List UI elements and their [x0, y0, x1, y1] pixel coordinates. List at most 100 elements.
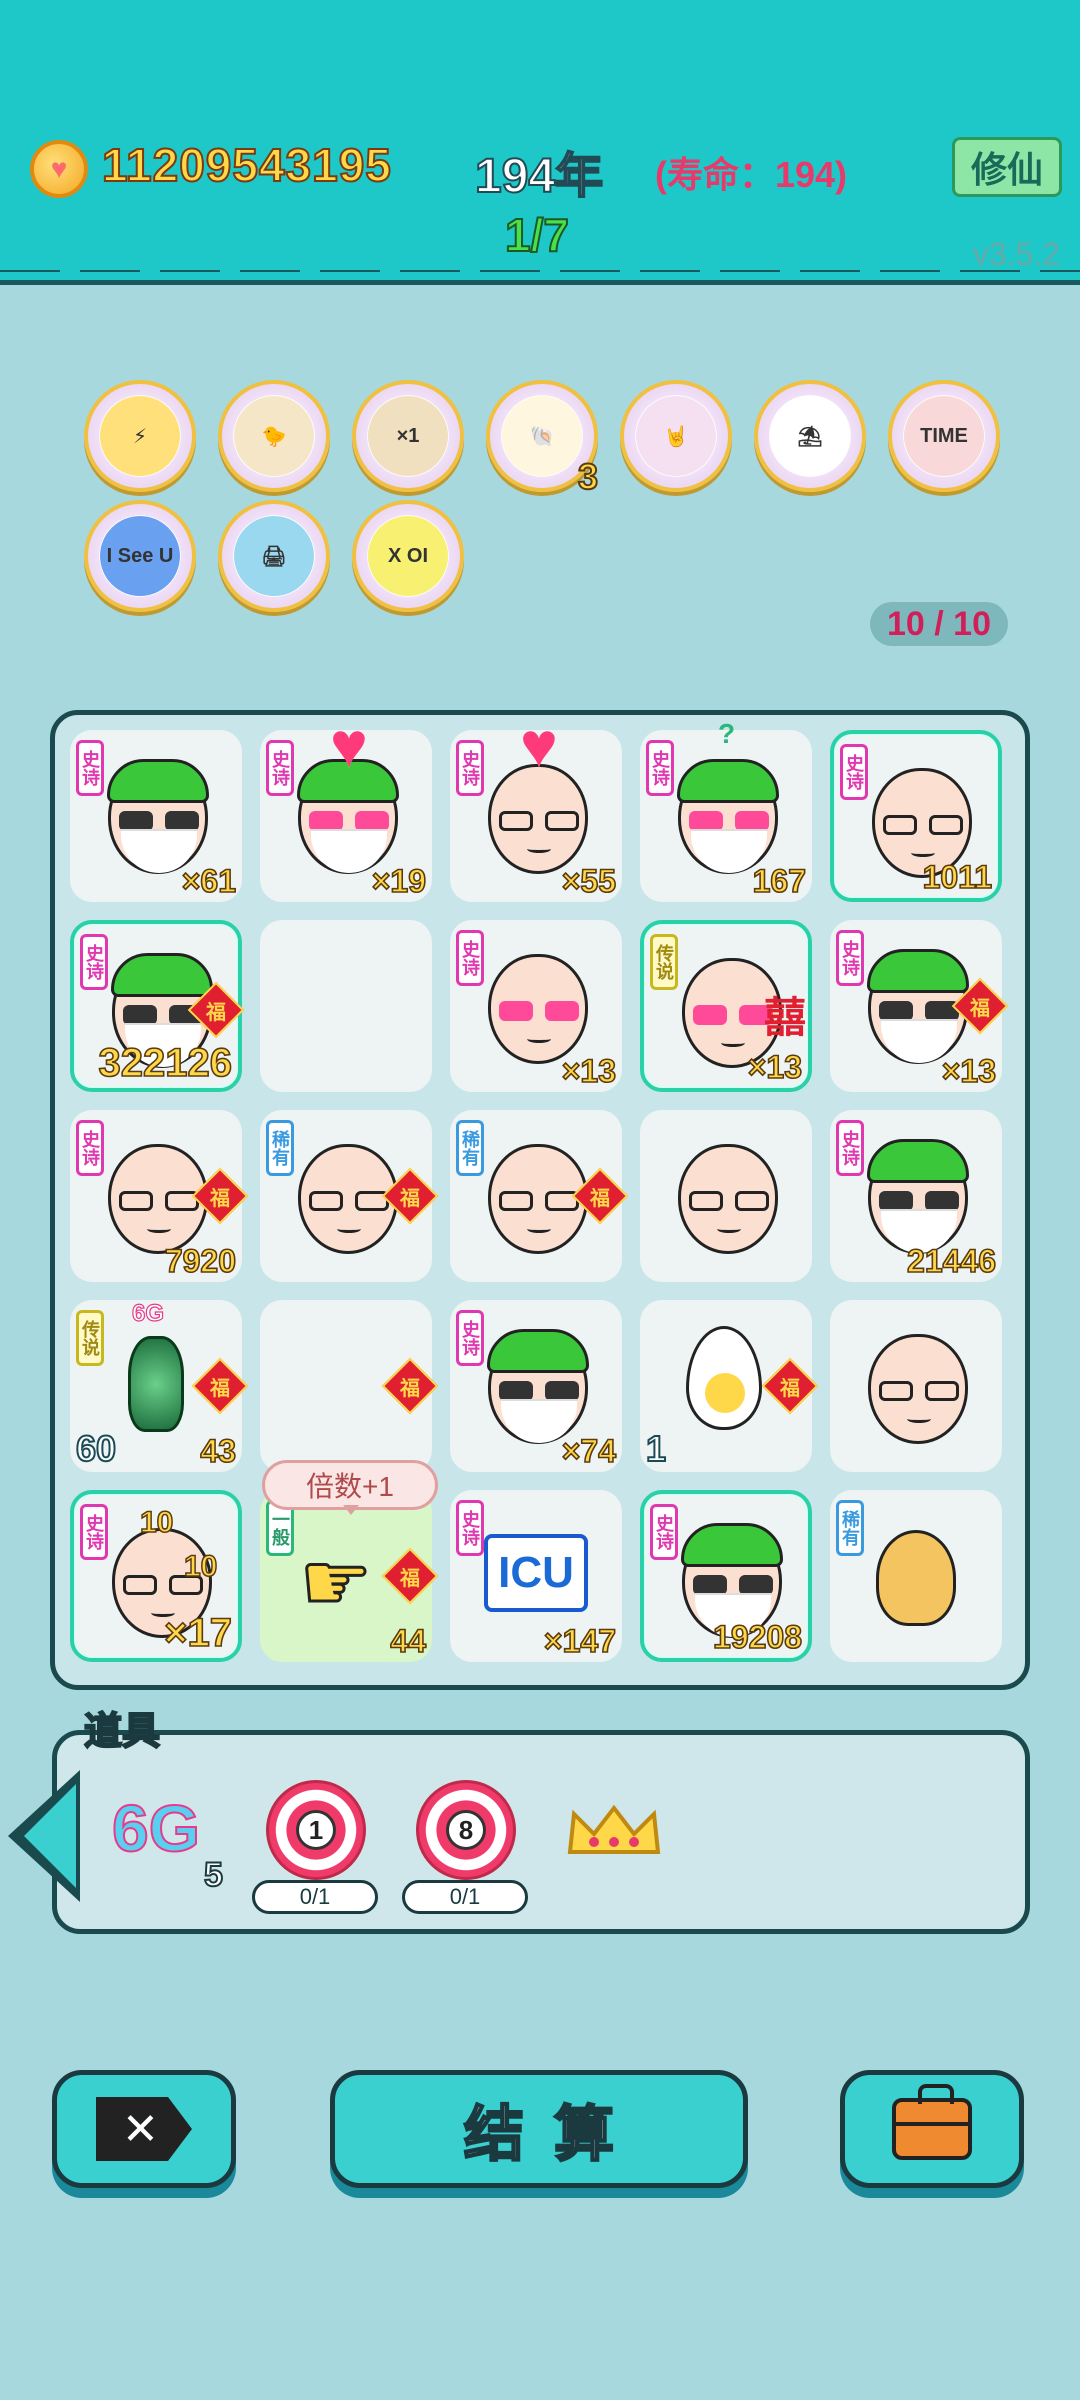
target-1-tool[interactable]: 1	[266, 1780, 366, 1880]
sixg-label: 6G	[131, 1299, 165, 1327]
character-face-icon	[868, 1334, 968, 1444]
board-cell[interactable]: ICU 史诗 ×147	[450, 1490, 622, 1662]
fortune-badge: 福	[761, 1357, 819, 1415]
board-cell[interactable]: 稀有	[830, 1490, 1002, 1662]
lightning-artifact[interactable]: ⚡	[84, 380, 196, 492]
cell-quantity: 19208	[712, 1618, 803, 1656]
briefcase-icon	[892, 2084, 972, 2160]
skirt-artifact[interactable]: ⛱	[754, 380, 866, 492]
tools-prev-arrow-icon[interactable]	[8, 1770, 80, 1902]
tools-title: 道具	[83, 1710, 161, 1754]
sixg-tool[interactable]: 6G	[111, 1790, 201, 1866]
board-cell[interactable]: 史诗 1011	[830, 730, 1002, 902]
rarity-tag: 史诗	[840, 744, 868, 800]
character-face-icon	[867, 949, 969, 1064]
board-cell[interactable]	[640, 1110, 812, 1282]
board-cell[interactable]: ♥ 史诗 ×19	[260, 709, 432, 902]
double-happiness-sign: 囍	[763, 994, 806, 1041]
target-8-number: 8	[446, 1810, 486, 1850]
top-bar: ♥ 11209543195 194年 (寿命：194) 修仙 1/7 v3.5.…	[0, 0, 1080, 285]
printer-icon: 🖨	[234, 516, 314, 596]
target-8-progress: 0/1	[402, 1880, 528, 1914]
cultivate-button[interactable]: 修仙	[952, 137, 1062, 197]
i-see-u-icon: I See U	[100, 516, 180, 596]
settle-button[interactable]: 结算	[330, 2070, 748, 2188]
cell-quantity: ×61	[181, 862, 237, 900]
cell-quantity: ×13	[561, 1052, 617, 1090]
cell-counter: 60	[75, 1427, 117, 1470]
board-cell[interactable]: 史诗福 7920	[70, 1110, 249, 1282]
version-label: v3.5.2	[972, 236, 1060, 272]
fortune-badge: 福	[381, 1547, 439, 1605]
board-cell[interactable]: 史诗 21446	[830, 1110, 1002, 1282]
shell-artifact[interactable]: 🐚 3	[486, 380, 599, 498]
board-cell[interactable]: 史诗 19208	[640, 1490, 812, 1662]
board-cell[interactable]: 福	[260, 1300, 439, 1472]
jade-vase-icon	[128, 1336, 184, 1432]
rarity-tag: 史诗	[80, 1504, 108, 1560]
character-face-icon	[487, 1329, 589, 1444]
board-cell[interactable]: 稀有福	[450, 1110, 629, 1282]
cpu-chip-icon: X OI	[368, 516, 448, 596]
rarity-tag: 史诗	[646, 740, 674, 796]
i-see-u-artifact[interactable]: I See U	[84, 500, 196, 612]
cell-quantity: ×13	[747, 1048, 803, 1086]
character-face-icon	[107, 759, 209, 874]
rarity-tag: 史诗	[76, 1120, 104, 1176]
skirt-icon: ⛱	[770, 396, 850, 476]
rock-hand-artifact[interactable]: 🤘	[620, 380, 732, 492]
board-cell[interactable]: 福1	[640, 1300, 819, 1472]
cell-quantity: 7920	[164, 1242, 237, 1280]
cell-quantity: 44	[390, 1622, 427, 1660]
board-cell[interactable]	[260, 920, 432, 1092]
rarity-tag: 史诗	[456, 740, 484, 796]
character-face-icon	[677, 759, 779, 874]
egg-icon	[686, 1326, 762, 1430]
rarity-tag: 稀有	[266, 1120, 294, 1176]
board-cell[interactable]: 史诗福 ×13	[830, 920, 1009, 1092]
inventory-button[interactable]	[840, 2070, 1024, 2188]
target-8-tool[interactable]: 8	[416, 1780, 516, 1880]
chick-artifact[interactable]: 🐤	[218, 380, 330, 492]
board-cell[interactable]: 史诗福 322126	[70, 920, 245, 1092]
math-head-artifact[interactable]: ×1	[352, 380, 464, 492]
discard-button[interactable]: ✕	[52, 2070, 236, 2188]
board-cell[interactable]: 传说福 6G 60 43	[70, 1299, 249, 1472]
cell-quantity: 167	[752, 862, 807, 900]
cpu-chip-artifact[interactable]: X OI	[352, 500, 464, 612]
board-cell[interactable]: 稀有福	[260, 1110, 439, 1282]
character-face-icon	[678, 1144, 778, 1254]
coin-bonus: 10	[139, 1505, 174, 1540]
rarity-tag: 史诗	[836, 930, 864, 986]
board-cell[interactable]: 史诗 ×13	[450, 920, 622, 1092]
settle-label: 结算	[463, 2099, 644, 2169]
board-cell[interactable]: ? 史诗 167	[640, 718, 812, 902]
board-cell[interactable]: 史诗 ×61	[70, 730, 242, 902]
board-cell[interactable]: 传说囍 ×13	[640, 920, 812, 1092]
board-cell[interactable]	[830, 1300, 1002, 1472]
cell-counter: 1	[645, 1427, 667, 1470]
cell-quantity: ×55	[561, 862, 617, 900]
board-cell[interactable]: 史诗 10 10 ×17	[70, 1490, 242, 1662]
printer-artifact[interactable]: 🖨	[218, 500, 330, 612]
board-cell[interactable]: ♥ 史诗 ×55	[450, 709, 622, 902]
target-1-number: 1	[296, 1810, 336, 1850]
rarity-tag: 史诗	[456, 1310, 484, 1366]
crown-icon[interactable]	[564, 1800, 664, 1860]
rarity-tag: 史诗	[456, 930, 484, 986]
rarity-tag: 传说	[76, 1310, 104, 1366]
target-1-progress: 0/1	[252, 1880, 378, 1914]
artifact-capacity: 10 / 10	[870, 602, 1008, 646]
heart-icon: ♥	[520, 709, 558, 781]
cell-quantity: 43	[200, 1432, 237, 1470]
icu-sign: ICU	[484, 1534, 588, 1612]
time-magazine-icon: TIME	[904, 396, 984, 476]
character-face-icon	[488, 954, 588, 1064]
time-magazine-artifact[interactable]: TIME	[888, 380, 1000, 492]
fortune-badge: 福	[191, 1357, 249, 1415]
character-face-icon	[298, 1144, 398, 1254]
cell-quantity: 322126	[98, 1040, 233, 1086]
lightning-icon: ⚡	[100, 396, 180, 476]
chick-icon	[876, 1530, 956, 1626]
board-cell[interactable]: 史诗 ×74	[450, 1300, 622, 1472]
